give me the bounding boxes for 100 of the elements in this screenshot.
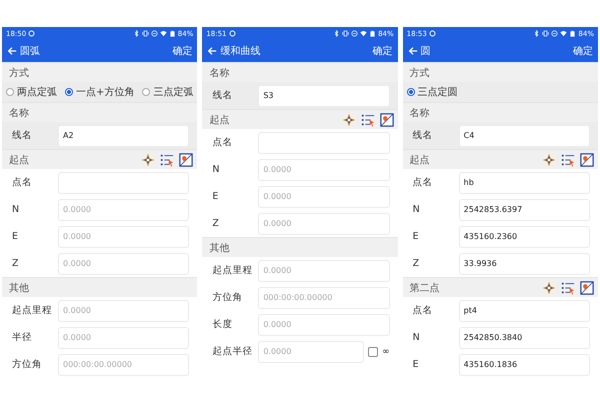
input-field[interactable]: 435160.2360: [458, 226, 590, 248]
field-label: E: [412, 359, 420, 370]
compass-star-icon[interactable]: [141, 152, 156, 166]
field-label: 起点半径: [212, 345, 254, 358]
section-title: 名称: [209, 66, 230, 80]
input-field[interactable]: 33.9936: [458, 252, 590, 274]
field-label: 点名: [412, 176, 434, 189]
wifi-icon: [360, 30, 368, 37]
radio-option[interactable]: 三点定圆: [406, 85, 458, 99]
bluetooth-icon: [333, 30, 340, 37]
input-field[interactable]: 0.0000: [258, 158, 390, 180]
field-label: E: [212, 191, 220, 202]
confirm-button[interactable]: 确定: [372, 44, 393, 58]
field-label: N: [412, 204, 421, 215]
map-pin-icon[interactable]: [580, 152, 594, 166]
section-title: 起点: [410, 154, 430, 166]
input-field[interactable]: 0.0000: [258, 340, 364, 362]
confirm-button[interactable]: 确定: [572, 44, 593, 58]
input-field[interactable]: A2: [58, 124, 190, 146]
field-label: Z: [212, 218, 220, 229]
section-title: 起点: [209, 114, 230, 126]
field-label: 半径: [12, 331, 33, 344]
wifi-icon: [160, 30, 167, 37]
radio-option[interactable]: 两点定弧: [6, 85, 57, 99]
radio-button[interactable]: [142, 88, 150, 96]
screen-title: 圆: [420, 45, 431, 58]
field-label: 线名: [12, 129, 33, 142]
back-arrow-icon[interactable]: [7, 46, 17, 56]
input-field[interactable]: 435160.1836: [458, 354, 590, 376]
input-field[interactable]: 0.0000: [58, 198, 190, 220]
vibrate-icon: [342, 30, 350, 37]
compass-star-icon[interactable]: [542, 280, 556, 294]
compass-star-icon[interactable]: [542, 152, 556, 166]
input-field[interactable]: hb: [458, 172, 590, 194]
checkbox[interactable]: [368, 346, 378, 356]
input-field[interactable]: 0.0000: [58, 252, 190, 274]
notification-icon: [228, 30, 236, 37]
field-label: 点名: [12, 176, 33, 189]
section-title: 其他: [9, 282, 29, 294]
input-field[interactable]: 0.0000: [258, 212, 390, 234]
field-label: 方位角: [12, 358, 43, 371]
list-icon[interactable]: [160, 152, 174, 166]
infinity-label: ∞: [382, 346, 390, 356]
radio-option[interactable]: 三点定弧: [142, 85, 194, 99]
radio-label: 三点定弧: [153, 86, 194, 99]
field-label: 线名: [412, 129, 434, 142]
notification-icon: [428, 30, 436, 37]
input-field[interactable]: 0.0000: [258, 260, 390, 282]
input-field[interactable]: 2542853.6397: [458, 198, 590, 220]
radio-option[interactable]: 一点+方位角: [65, 85, 134, 99]
input-field[interactable]: 0.0000: [258, 186, 390, 208]
field-label: 线名: [212, 89, 234, 102]
section-title: 名称: [9, 106, 29, 120]
input-field[interactable]: 0.0000: [58, 226, 190, 248]
input-field[interactable]: 000:00:00.00000: [258, 286, 390, 308]
bluetooth-icon: [533, 30, 540, 37]
wifi-icon: [560, 30, 568, 37]
list-icon[interactable]: [560, 280, 575, 294]
radio-button[interactable]: [6, 88, 14, 96]
radio-label: 三点定圆: [418, 86, 458, 99]
section-title: 其他: [209, 242, 230, 254]
field-label: 点名: [412, 304, 434, 317]
map-pin-icon[interactable]: [580, 280, 594, 294]
battery-icon: [168, 30, 176, 37]
field-label: Z: [412, 258, 420, 269]
field-label: E: [412, 231, 420, 242]
field-label: 方位角: [212, 291, 244, 304]
field-label: Z: [12, 258, 20, 269]
input-field[interactable]: C4: [458, 124, 590, 146]
notification-icon: [28, 30, 36, 37]
field-label: E: [12, 231, 20, 242]
confirm-button[interactable]: 确定: [172, 44, 192, 58]
input-field[interactable]: 2542850.3840: [458, 326, 590, 348]
map-pin-icon[interactable]: [179, 152, 194, 166]
back-arrow-icon[interactable]: [207, 46, 218, 56]
input-field[interactable]: 0.0000: [58, 326, 190, 348]
map-pin-icon[interactable]: [380, 112, 394, 126]
radio-button[interactable]: [65, 88, 73, 96]
input-field[interactable]: 000:00:00.00000: [58, 354, 190, 376]
do-not-disturb-icon: [351, 30, 358, 37]
input-field[interactable]: S3: [258, 84, 390, 106]
vibrate-icon: [542, 30, 550, 37]
field-label: N: [12, 204, 20, 215]
field-label: N: [212, 164, 220, 175]
vibrate-icon: [142, 30, 149, 37]
screen-title: 缓和曲线: [220, 44, 260, 58]
list-icon[interactable]: [560, 152, 575, 166]
battery-icon: [569, 30, 576, 37]
radio-button[interactable]: [406, 88, 415, 96]
input-field[interactable]: 0.0000: [58, 300, 190, 322]
compass-star-icon[interactable]: [342, 112, 356, 126]
back-arrow-icon[interactable]: [408, 46, 418, 56]
section-title: 名称: [410, 106, 430, 120]
field-label: 起点里程: [212, 264, 254, 277]
input-field[interactable]: pt4: [458, 300, 590, 322]
field-label: 点名: [212, 136, 234, 149]
section-title: 方式: [9, 66, 29, 80]
list-icon[interactable]: [360, 112, 375, 126]
screen-title: 圆弧: [20, 45, 40, 58]
input-field[interactable]: 0.0000: [258, 314, 390, 336]
